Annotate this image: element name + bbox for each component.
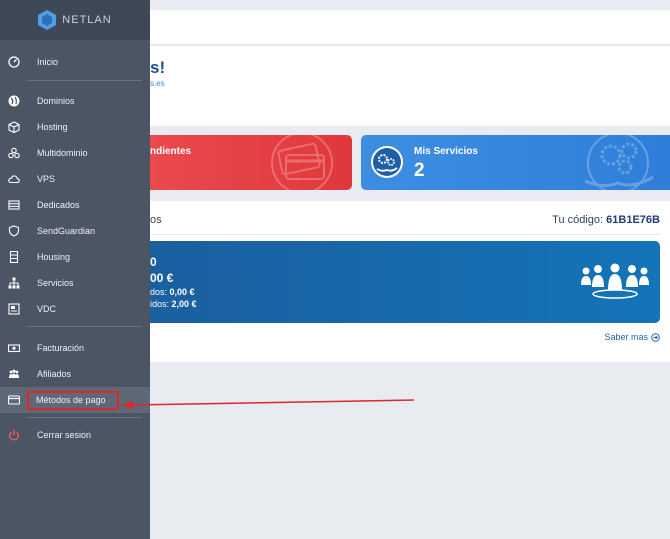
affiliates-summary-box: 0 00 € dos: 0,00 € idos: 2,00 € <box>150 241 660 323</box>
sidebar-item-servicios[interactable]: Servicios <box>0 270 150 296</box>
affiliates-line-4-value: 2,00 € <box>171 299 197 309</box>
sidebar-item-label: VDC <box>37 304 57 314</box>
welcome-subtitle[interactable]: s.es <box>150 79 165 88</box>
divider <box>150 234 660 235</box>
sidebar-item-vps[interactable]: VPS <box>0 166 150 192</box>
saber-mas-label: Saber mas <box>604 332 648 342</box>
card-icon <box>8 395 20 405</box>
highlight-box <box>27 391 119 410</box>
affiliates-line-4: idos: 2,00 € <box>150 299 197 309</box>
vdc-icon <box>8 303 20 315</box>
affiliates-line-2: 00 € <box>150 271 174 285</box>
rack-icon <box>9 251 19 263</box>
sidebar-item-inicio[interactable]: Inicio <box>0 49 150 75</box>
shield-icon <box>8 225 20 237</box>
power-icon <box>9 429 19 441</box>
annotation-arrow-icon <box>122 399 415 410</box>
arrow-circle-right-icon <box>651 332 660 342</box>
affiliates-line-4-label: idos: <box>150 299 170 309</box>
affiliates-line-3-value: 0,00 € <box>169 287 195 297</box>
logo[interactable]: NETLAN <box>0 0 150 40</box>
sidebar: NETLAN Inicio Dominios Hosting Multidomi… <box>0 0 150 539</box>
sidebar-item-label: Cerrar sesion <box>37 430 92 440</box>
logo-hex-icon <box>38 10 57 30</box>
sidebar-item-label: VPS <box>37 174 56 184</box>
sidebar-item-vdc[interactable]: VDC <box>0 296 150 322</box>
sidebar-item-label: Servicios <box>37 278 74 288</box>
affiliates-heading: os <box>150 214 162 226</box>
sidebar-item-afiliados[interactable]: Afiliados <box>0 361 150 387</box>
sidebar-item-label: Afiliados <box>37 369 72 379</box>
sidebar-item-facturacion[interactable]: Facturación <box>0 335 150 361</box>
cluster-icon <box>8 147 20 159</box>
sidebar-item-label: Housing <box>37 252 71 262</box>
network-icon <box>8 277 20 289</box>
dashboard-icon <box>8 56 20 68</box>
people-icon <box>9 369 19 378</box>
credit-card-bg-icon <box>271 135 333 190</box>
sidebar-item-label: SendGuardian <box>37 226 96 236</box>
services-gears-icon <box>371 146 403 178</box>
sidebar-item-sendguardian[interactable]: SendGuardian <box>0 218 150 244</box>
cloud-icon <box>8 175 20 184</box>
sidebar-item-multidominio[interactable]: Multidominio <box>0 140 150 166</box>
sidebar-divider <box>27 326 142 327</box>
globe-icon <box>8 95 20 107</box>
brand-name: NETLAN <box>62 14 112 26</box>
affiliates-line-1: 0 <box>150 255 157 269</box>
sidebar-item-label: Dominios <box>37 96 75 106</box>
sidebar-item-label: Multidominio <box>37 148 88 158</box>
pending-card-title: ndientes <box>150 146 192 157</box>
referral-code-label: Tu código: <box>552 214 604 226</box>
services-card[interactable]: Mis Servicios 2 <box>361 135 670 190</box>
sidebar-item-label: Dedicados <box>37 200 80 210</box>
gears-hand-bg-icon <box>584 135 654 190</box>
money-icon <box>8 344 20 353</box>
box-icon <box>8 121 20 133</box>
pending-card[interactable]: ndientes <box>150 135 352 190</box>
sidebar-item-label: Facturación <box>37 343 85 353</box>
services-card-title: Mis Servicios <box>414 146 478 157</box>
welcome-title: s! <box>150 58 166 77</box>
sidebar-item-label: Inicio <box>37 57 59 67</box>
sidebar-item-label: Hosting <box>37 122 68 132</box>
sidebar-item-dominios[interactable]: Dominios <box>0 88 150 114</box>
affiliates-panel: os Tu código: 61B1E76B 0 00 € dos: 0,00 … <box>150 201 670 362</box>
services-card-count: 2 <box>414 160 425 181</box>
affiliates-line-3: dos: 0,00 € <box>150 287 195 297</box>
sidebar-item-hosting[interactable]: Hosting <box>0 114 150 140</box>
sidebar-item-cerrar-sesion[interactable]: Cerrar sesion <box>0 422 150 448</box>
main-content: s! s.es ndientes Mis Servicios 2 os Tu c… <box>150 0 670 539</box>
saber-mas-link[interactable]: Saber mas <box>604 332 660 342</box>
sidebar-divider <box>27 80 142 81</box>
sidebar-item-dedicados[interactable]: Dedicados <box>0 192 150 218</box>
welcome-panel: s! s.es <box>150 46 670 126</box>
top-bar <box>150 10 670 45</box>
referral-code: Tu código: 61B1E76B <box>552 214 660 226</box>
group-people-icon <box>581 263 649 299</box>
affiliates-line-3-label: dos: <box>150 287 168 297</box>
sidebar-item-housing[interactable]: Housing <box>0 244 150 270</box>
referral-code-value: 61B1E76B <box>606 214 660 226</box>
server-icon <box>8 200 20 210</box>
sidebar-divider <box>27 417 142 418</box>
